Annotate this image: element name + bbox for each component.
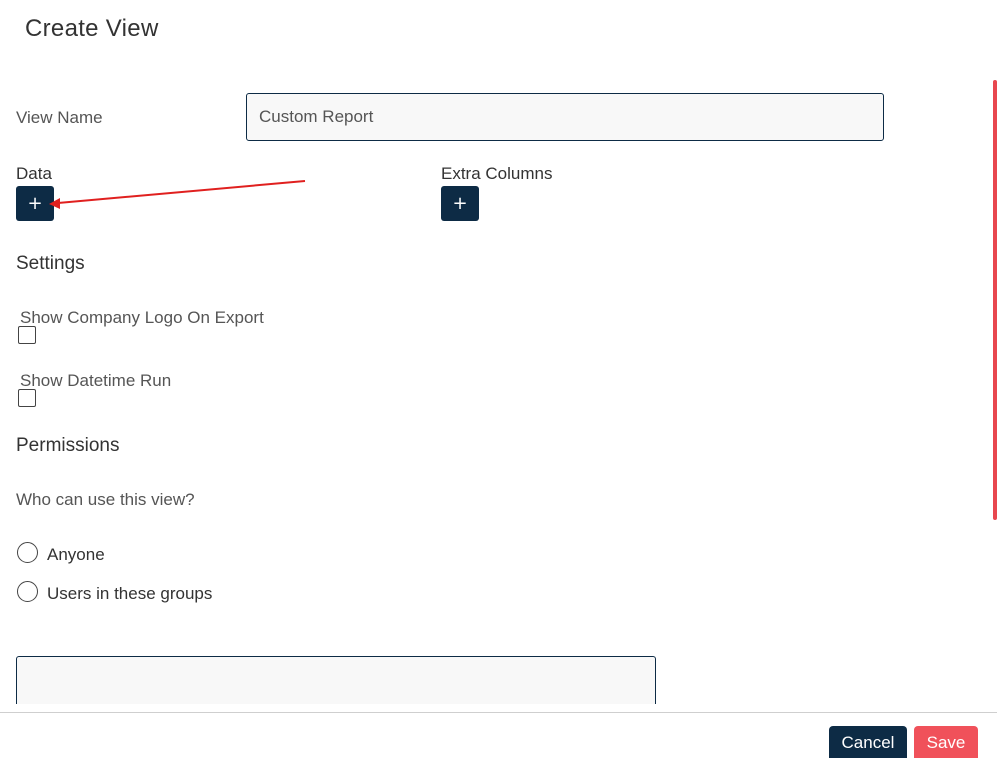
radio-groups[interactable]	[17, 581, 38, 602]
groups-textarea[interactable]	[16, 656, 656, 704]
show-logo-checkbox[interactable]	[18, 326, 36, 344]
permissions-question: Who can use this view?	[16, 490, 195, 509]
show-logo-label: Show Company Logo On Export	[20, 308, 264, 327]
show-datetime-label: Show Datetime Run	[20, 371, 172, 390]
radio-groups-label: Users in these groups	[47, 584, 213, 603]
data-label: Data	[16, 164, 52, 183]
radio-anyone[interactable]	[17, 542, 38, 563]
add-extra-column-button[interactable]: +	[441, 186, 479, 221]
save-button[interactable]: Save	[914, 726, 978, 758]
add-data-button[interactable]: +	[16, 186, 54, 221]
scroll-indicator[interactable]	[993, 80, 997, 520]
cancel-button[interactable]: Cancel	[829, 726, 907, 758]
settings-heading: Settings	[16, 253, 85, 274]
view-name-input[interactable]	[246, 93, 884, 141]
permissions-heading: Permissions	[16, 435, 120, 456]
show-datetime-checkbox[interactable]	[18, 389, 36, 407]
extra-columns-label: Extra Columns	[441, 164, 553, 183]
footer-divider	[0, 712, 997, 713]
view-name-label: View Name	[16, 108, 103, 127]
dialog-title: Create View	[25, 15, 159, 42]
radio-anyone-label: Anyone	[47, 545, 105, 564]
